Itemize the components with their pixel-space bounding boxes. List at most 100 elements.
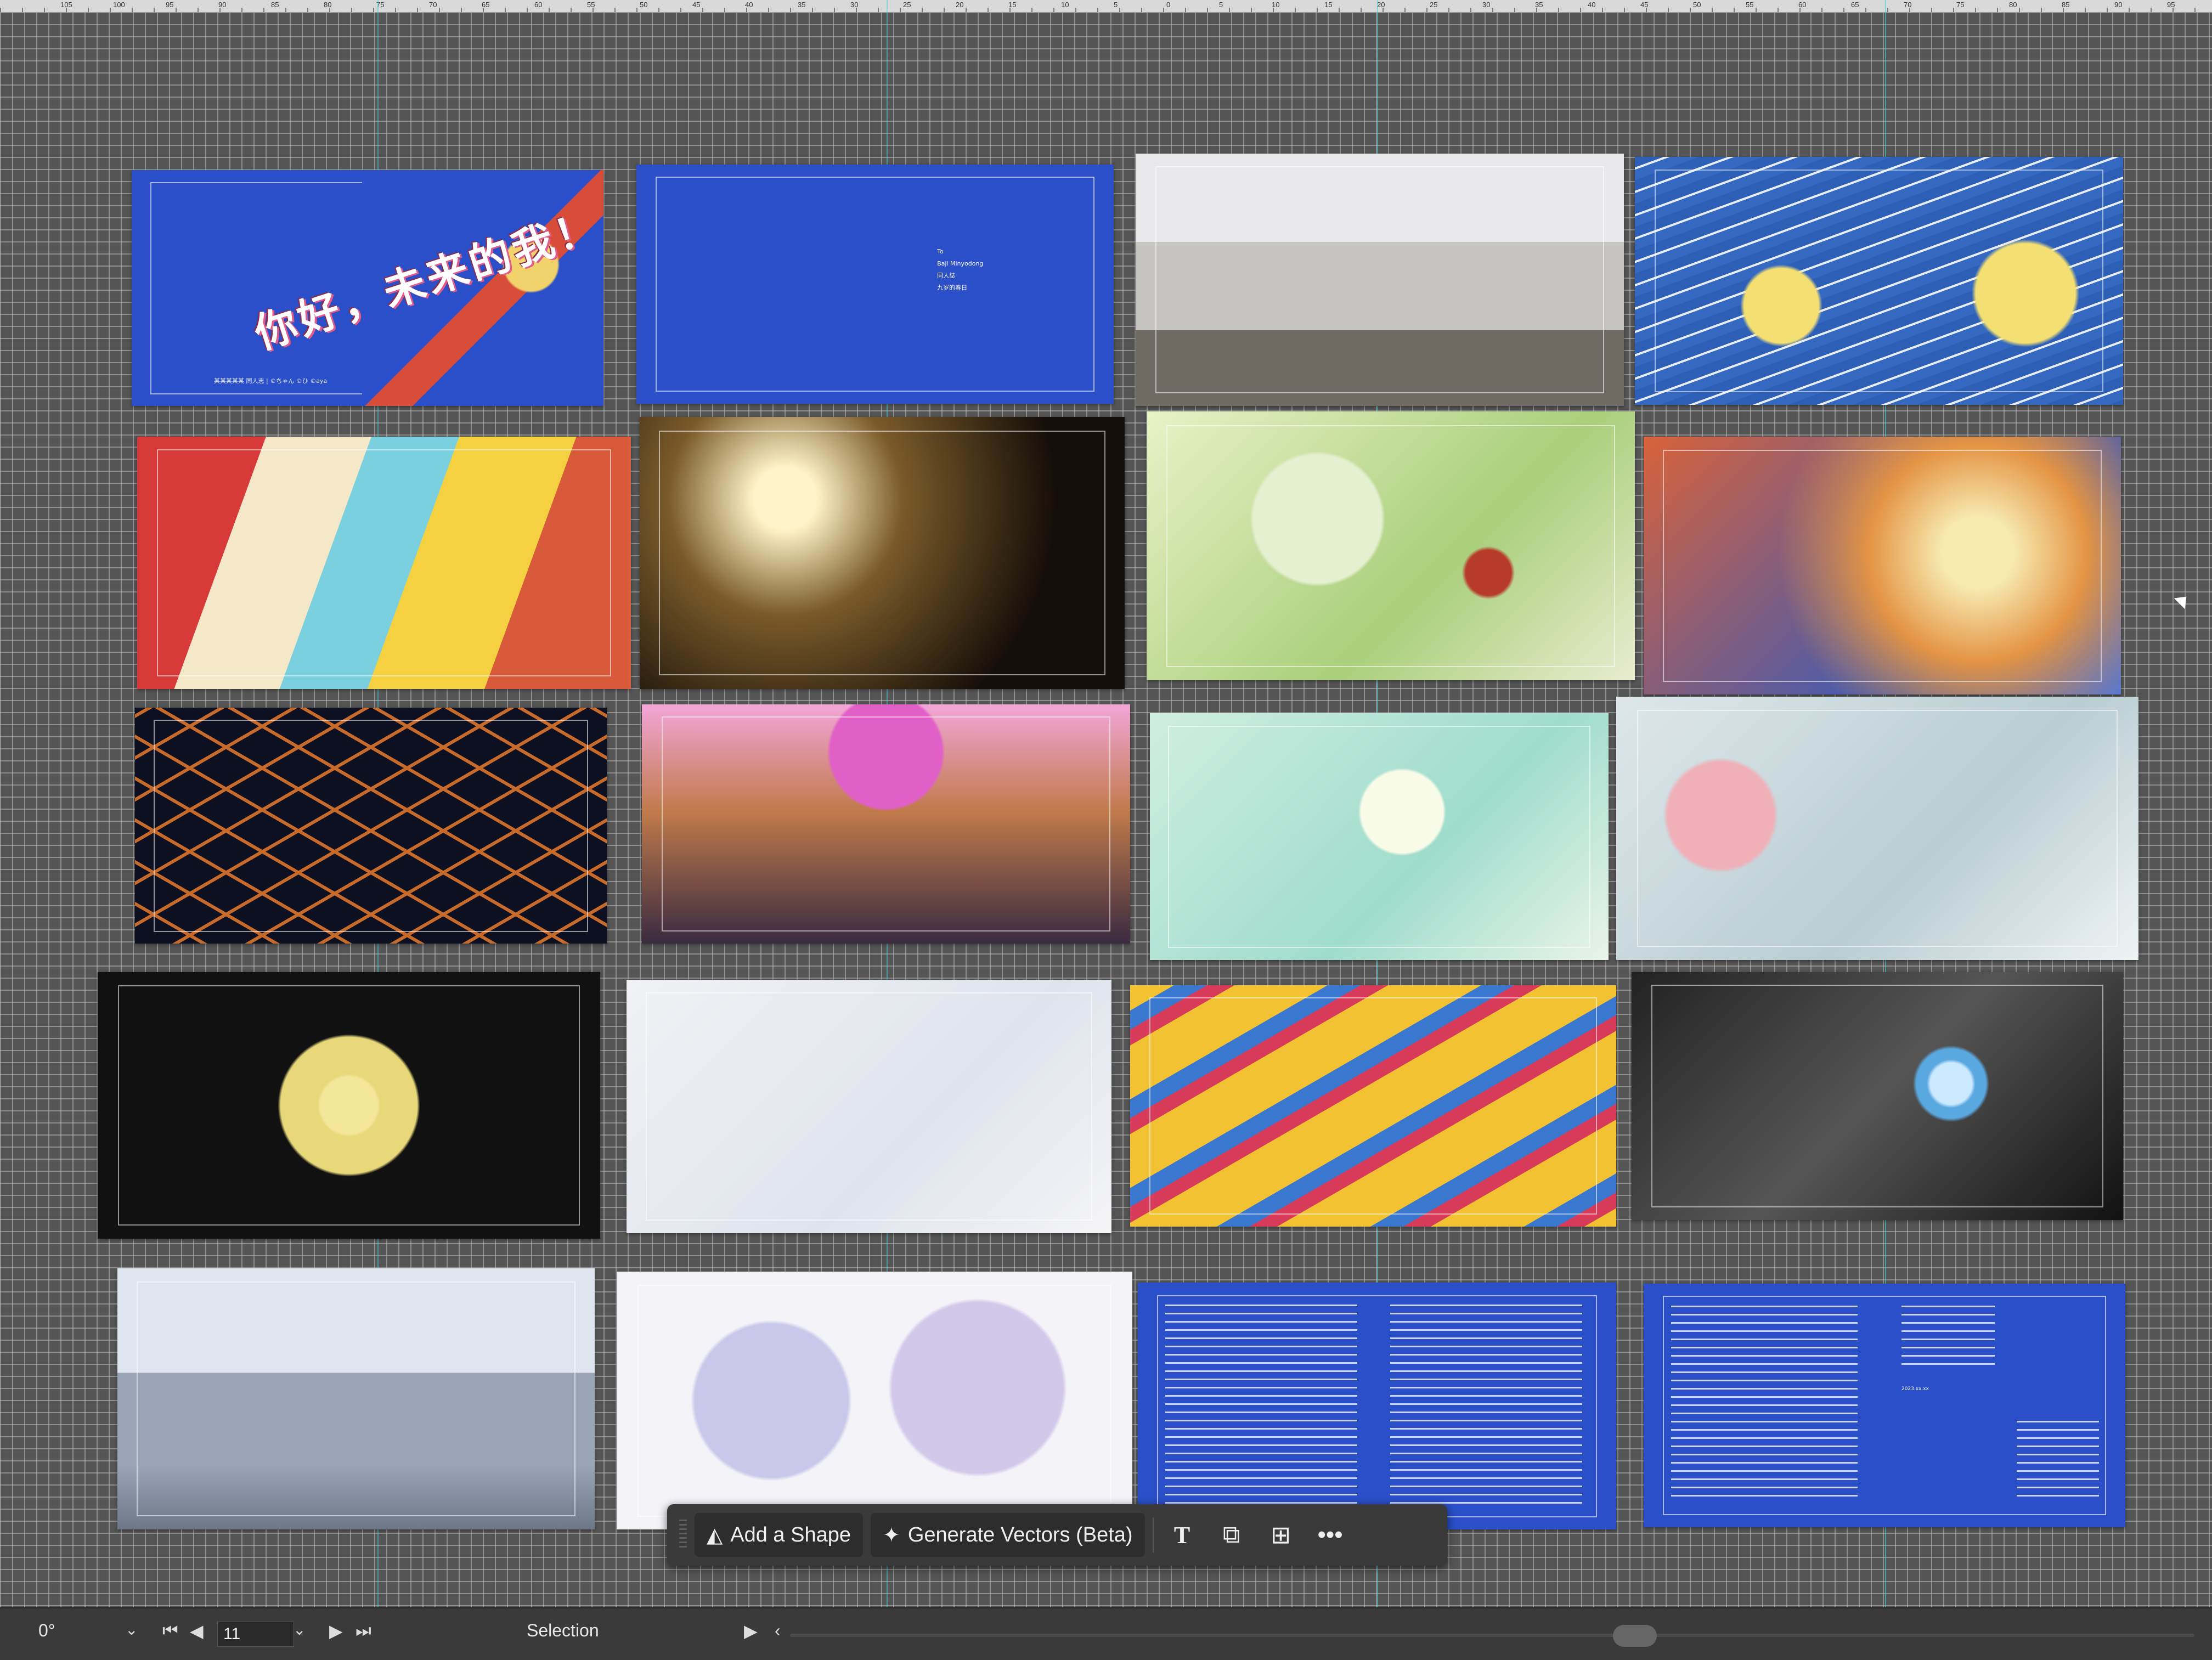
spread-ribbons[interactable] (1130, 985, 1616, 1227)
trim-box (655, 176, 1095, 392)
more-options-icon[interactable]: ••• (1310, 1514, 1351, 1556)
cover-spread[interactable]: 你好，未来的我！ 某某某某某 同人志 | ©ちゃん ©ひ ©aya (132, 170, 603, 406)
imprint-line: Baji Minyodong (937, 260, 984, 268)
scroll-left-icon[interactable]: ‹ (775, 1621, 781, 1641)
cover-credit: 某某某某某 同人志 | ©ちゃん ©ひ ©aya (214, 377, 328, 385)
imprint-line: 九岁的春日 (937, 284, 968, 292)
ruler-tick-label: 95 (166, 1, 174, 9)
ruler-tick-label: 85 (271, 1, 279, 9)
ruler-tick-label: 35 (798, 1, 806, 9)
horizontal-ruler[interactable]: 105 100 95 90 85 80 75 70 65 60 55 50 45 40 35 30 25 20 15… (0, 0, 2212, 13)
spread-mint[interactable] (1150, 713, 1609, 960)
ruler-tick-label: 80 (2009, 1, 2017, 9)
status-bar: 0° ⌄ ⏮ ◀ ⌄ ▶ ⏭ Selection ▶ ‹ (0, 1607, 2212, 1660)
trim-box (1155, 166, 1605, 393)
spread-classroom[interactable] (1136, 154, 1624, 406)
contextual-task-bar: ◭ Add a Shape ✦ Generate Vectors (Beta) … (667, 1504, 1447, 1566)
ruler-tick-label: 55 (587, 1, 595, 9)
ruler-tick-label: 60 (1798, 1, 1807, 9)
drag-handle[interactable] (679, 1520, 687, 1550)
last-artboard-icon[interactable]: ⏭ (356, 1621, 371, 1641)
artboard-canvas[interactable]: 105 100 95 90 85 80 75 70 65 60 55 50 45 40 35 30 25 20 15… (0, 0, 2212, 1607)
ruler-tick-label: 45 (692, 1, 701, 9)
chevron-down-icon[interactable]: ⌄ (125, 1621, 138, 1639)
ruler-tick-label: 30 (850, 1, 859, 9)
ruler-tick-label: 15 (1008, 1, 1017, 9)
ruler-tick-label: 10 (1061, 1, 1069, 9)
place-image-icon[interactable]: ⊞ (1260, 1514, 1302, 1556)
ruler-tick-label: 5 (1219, 1, 1223, 9)
ruler-tick-label: 60 (534, 1, 543, 9)
divider (1152, 1517, 1154, 1552)
ruler-tick-label: 20 (1377, 1, 1385, 9)
ruler-tick-label: 70 (1904, 1, 1912, 9)
ruler-tick-label: 45 (1640, 1, 1649, 9)
ruler-tick-label: 55 (1746, 1, 1754, 9)
ruler-tick-label: 10 (1272, 1, 1280, 9)
ruler-tick-label: 15 (1324, 1, 1333, 9)
spread-group[interactable] (642, 704, 1130, 944)
ruler-tick-label: 20 (956, 1, 964, 9)
crop-artboard-icon[interactable]: ⧉ (1211, 1514, 1252, 1556)
trim-box (1654, 169, 2104, 393)
imprint-text: To Baji Minyodong 同人誌 九岁的春日 (937, 246, 983, 294)
add-shape-label: Add a Shape (730, 1523, 851, 1546)
ruler-tick-label: 65 (482, 1, 490, 9)
spread-ocean[interactable] (1635, 157, 2123, 405)
trim-box (1651, 984, 2104, 1208)
ruler-tick-label: 5 (1114, 1, 1118, 9)
spread-burst[interactable] (98, 972, 600, 1239)
generate-vectors-label: Generate Vectors (Beta) (907, 1523, 1133, 1546)
text-date: 2023.xx.xx (1901, 1386, 1929, 1392)
text-column (1165, 1305, 1357, 1507)
spread-music[interactable] (640, 417, 1125, 689)
text-spread-1[interactable] (1138, 1283, 1616, 1529)
play-icon[interactable]: ▶ (744, 1621, 758, 1641)
text-column (2017, 1421, 2099, 1503)
spread-cans[interactable] (137, 437, 631, 689)
ruler-tick-label: 80 (324, 1, 332, 9)
mouse-cursor (2174, 591, 2192, 609)
ruler-tick-label: 75 (376, 1, 385, 9)
imprint-spread[interactable]: To Baji Minyodong 同人誌 九岁的春日 (636, 165, 1114, 404)
artboard-number-input[interactable] (217, 1622, 294, 1647)
rotation-value[interactable]: 0° (38, 1621, 55, 1641)
trim-box (646, 992, 1092, 1221)
spread-night[interactable] (135, 708, 607, 944)
spread-lab[interactable] (1616, 697, 2138, 960)
spread-city[interactable] (117, 1268, 595, 1529)
type-tool-icon[interactable]: T (1161, 1514, 1203, 1556)
trim-box (1168, 725, 1590, 948)
spread-cake[interactable] (1147, 411, 1635, 680)
ruler-tick-label: 50 (1693, 1, 1701, 9)
ruler-tick-label: 0 (1166, 1, 1171, 9)
spread-sketch2[interactable] (617, 1272, 1132, 1529)
text-column (1390, 1305, 1582, 1507)
ruler-tick-label: 35 (1535, 1, 1543, 9)
first-artboard-icon[interactable]: ⏮ (162, 1621, 178, 1641)
ruler-tick-label: 30 (1482, 1, 1491, 9)
trim-box (1166, 425, 1616, 667)
previous-artboard-icon[interactable]: ◀ (190, 1621, 204, 1641)
text-spread-2[interactable]: 2023.xx.xx (1644, 1284, 2125, 1527)
trim-box (661, 716, 1111, 932)
ruler-tick-label: 95 (2167, 1, 2175, 9)
ruler-tick-label: 90 (218, 1, 227, 9)
trim-box (1637, 710, 2118, 947)
ruler-tick-label: 65 (1851, 1, 1859, 9)
add-shape-button[interactable]: ◭ Add a Shape (695, 1513, 863, 1557)
current-tool-label: Selection (527, 1621, 599, 1640)
spread-chaos[interactable] (1644, 437, 2121, 695)
spread-sketch[interactable] (627, 980, 1111, 1233)
scrollbar-thumb[interactable] (1613, 1625, 1657, 1647)
trim-box (154, 719, 588, 932)
horizontal-scrollbar[interactable] (790, 1634, 2194, 1637)
chevron-down-icon[interactable]: ⌄ (293, 1621, 306, 1639)
next-artboard-icon[interactable]: ▶ (329, 1621, 343, 1641)
generate-vectors-button[interactable]: ✦ Generate Vectors (Beta) (870, 1513, 1145, 1557)
spread-bwflash[interactable] (1632, 972, 2123, 1220)
ruler-tick-label: 50 (640, 1, 648, 9)
ruler-tick-label: 25 (1430, 1, 1438, 9)
ruler-tick-label: 85 (2062, 1, 2070, 9)
ruler-tick-label: 40 (1588, 1, 1596, 9)
